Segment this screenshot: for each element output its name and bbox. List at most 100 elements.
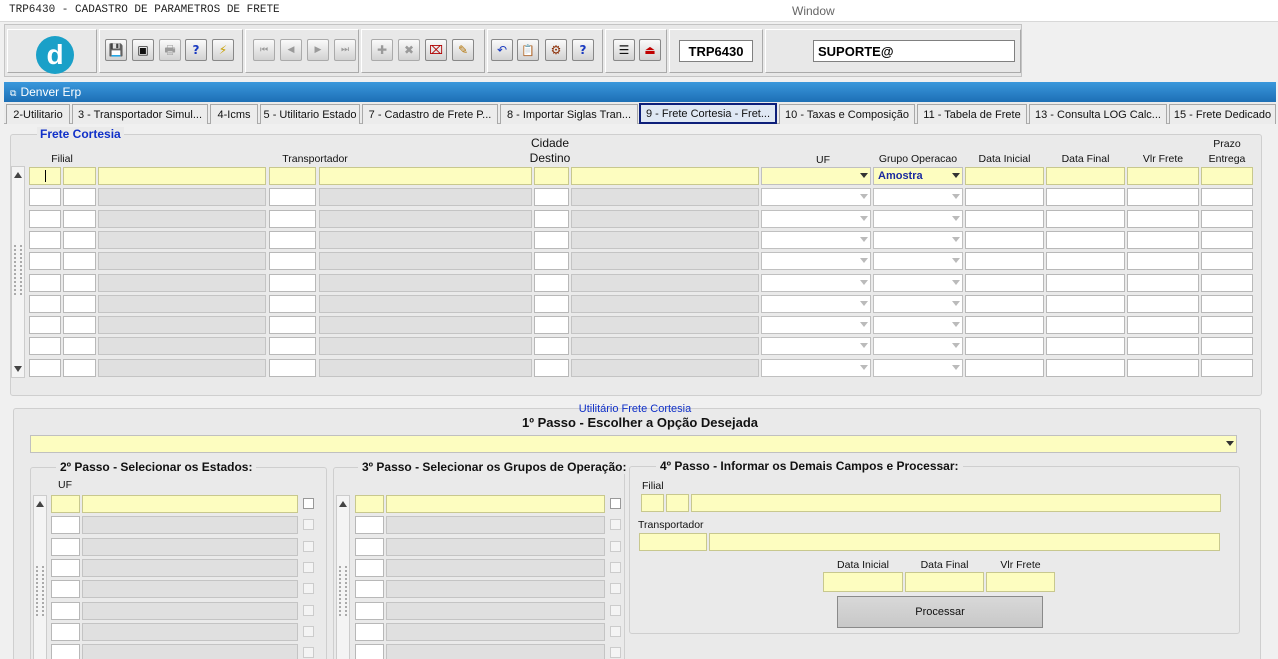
data-inicial-cell[interactable] [965,274,1044,292]
vlr-frete-cell[interactable] [1127,274,1199,292]
tab-cadastro-frete[interactable]: 7 - Cadastro de Frete P... [362,104,498,124]
filial-name-cell[interactable] [98,274,266,292]
estado-code-cell[interactable] [51,602,80,620]
cidade-name-cell[interactable] [571,231,759,249]
tab-importar-siglas[interactable]: 8 - Importar Siglas Tran... [500,104,638,124]
previous-record-icon[interactable]: ◀ [280,39,302,61]
p4-filial-name[interactable] [691,494,1221,512]
p4-transportador-code[interactable] [639,533,707,551]
cidade-name-cell[interactable] [571,274,759,292]
prazo-entrega-cell[interactable] [1201,295,1253,313]
cidade-code-cell[interactable] [534,295,569,313]
estado-checkbox[interactable] [303,498,314,509]
estado-checkbox[interactable] [303,583,314,594]
transportador-code-cell[interactable] [269,188,316,206]
data-final-cell[interactable] [1046,210,1125,228]
grupo-operacao-select-cell[interactable] [873,359,963,377]
tab-icms[interactable]: 4-Icms [210,104,258,124]
cidade-name-cell[interactable] [571,337,759,355]
cidade-code-cell[interactable] [534,231,569,249]
grupo-operacao-select-cell[interactable] [873,274,963,292]
tools-icon[interactable]: ⚙ [545,39,567,61]
data-final-cell[interactable] [1046,359,1125,377]
grupo-code-cell[interactable] [355,580,384,598]
grupo-code-cell[interactable] [355,602,384,620]
prazo-entrega-cell[interactable] [1201,167,1253,185]
filial-code-1-cell[interactable] [29,210,61,228]
estado-code-cell[interactable] [51,516,80,534]
uf-select-cell[interactable] [761,188,871,206]
transportador-name-cell[interactable] [319,337,532,355]
prazo-entrega-cell[interactable] [1201,231,1253,249]
data-inicial-cell[interactable] [965,231,1044,249]
filial-name-cell[interactable] [98,188,266,206]
data-inicial-cell[interactable] [965,188,1044,206]
grupo-checkbox[interactable] [610,562,621,573]
data-final-cell[interactable] [1046,316,1125,334]
filial-name-cell[interactable] [98,167,266,185]
filial-code-2-cell[interactable] [63,274,96,292]
insert-record-icon[interactable]: ✚ [371,39,393,61]
exit-icon[interactable]: ⏏ [639,39,661,61]
grupo-operacao-select-cell[interactable] [873,231,963,249]
cidade-name-cell[interactable] [571,210,759,228]
cidade-code-cell[interactable] [534,167,569,185]
grupo-code-cell[interactable] [355,495,384,513]
transportador-name-cell[interactable] [319,210,532,228]
data-final-cell[interactable] [1046,167,1125,185]
transportador-name-cell[interactable] [319,188,532,206]
estado-checkbox[interactable] [303,541,314,552]
grupo-checkbox[interactable] [610,541,621,552]
filial-code-1-cell[interactable] [29,359,61,377]
scroll-grip[interactable] [14,245,22,295]
execute-query-icon[interactable]: ⚡ [212,39,234,61]
estado-checkbox[interactable] [303,605,314,616]
grupo-operacao-select-cell[interactable] [873,188,963,206]
grupo-code-cell[interactable] [355,644,384,659]
tab-consulta-log[interactable]: 13 - Consulta LOG Calc... [1029,104,1167,124]
grupo-code-cell[interactable] [355,538,384,556]
tab-transportador-simul[interactable]: 3 - Transportador Simul... [72,104,208,124]
data-final-cell[interactable] [1046,231,1125,249]
prazo-entrega-cell[interactable] [1201,210,1253,228]
filial-name-cell[interactable] [98,337,266,355]
grupo-checkbox[interactable] [610,519,621,530]
tab-frete-dedicado[interactable]: 15 - Frete Dedicado [1169,104,1276,124]
estado-checkbox[interactable] [303,562,314,573]
grupo-operacao-select-cell[interactable] [873,337,963,355]
next-record-icon[interactable]: ▶ [307,39,329,61]
data-final-cell[interactable] [1046,274,1125,292]
p4-transportador-name[interactable] [709,533,1220,551]
filial-code-1-cell[interactable] [29,274,61,292]
cidade-name-cell[interactable] [571,295,759,313]
first-record-icon[interactable]: ⏮ [253,39,275,61]
cidade-code-cell[interactable] [534,359,569,377]
menu-icon[interactable]: ☰ [613,39,635,61]
cidade-name-cell[interactable] [571,167,759,185]
window-menu[interactable]: Window [792,4,835,18]
vlr-frete-cell[interactable] [1127,316,1199,334]
print-preview-icon[interactable]: ▣ [132,39,154,61]
filial-name-cell[interactable] [98,252,266,270]
transportador-code-cell[interactable] [269,274,316,292]
cidade-code-cell[interactable] [534,210,569,228]
estado-code-cell[interactable] [51,623,80,641]
transportador-code-cell[interactable] [269,167,316,185]
filial-name-cell[interactable] [98,316,266,334]
estado-checkbox[interactable] [303,647,314,658]
uf-select-cell[interactable] [761,274,871,292]
vlr-frete-cell[interactable] [1127,231,1199,249]
delete-record-icon[interactable]: ✖ [398,39,420,61]
p4-vlr-frete-field[interactable] [986,572,1055,592]
filial-code-2-cell[interactable] [63,231,96,249]
prazo-entrega-cell[interactable] [1201,337,1253,355]
vlr-frete-cell[interactable] [1127,337,1199,355]
transportador-code-cell[interactable] [269,316,316,334]
data-inicial-cell[interactable] [965,359,1044,377]
data-inicial-cell[interactable] [965,295,1044,313]
scroll-grip[interactable] [36,566,44,616]
filial-name-cell[interactable] [98,295,266,313]
vlr-frete-cell[interactable] [1127,252,1199,270]
filial-name-cell[interactable] [98,359,266,377]
p4-filial-code-1[interactable] [641,494,664,512]
